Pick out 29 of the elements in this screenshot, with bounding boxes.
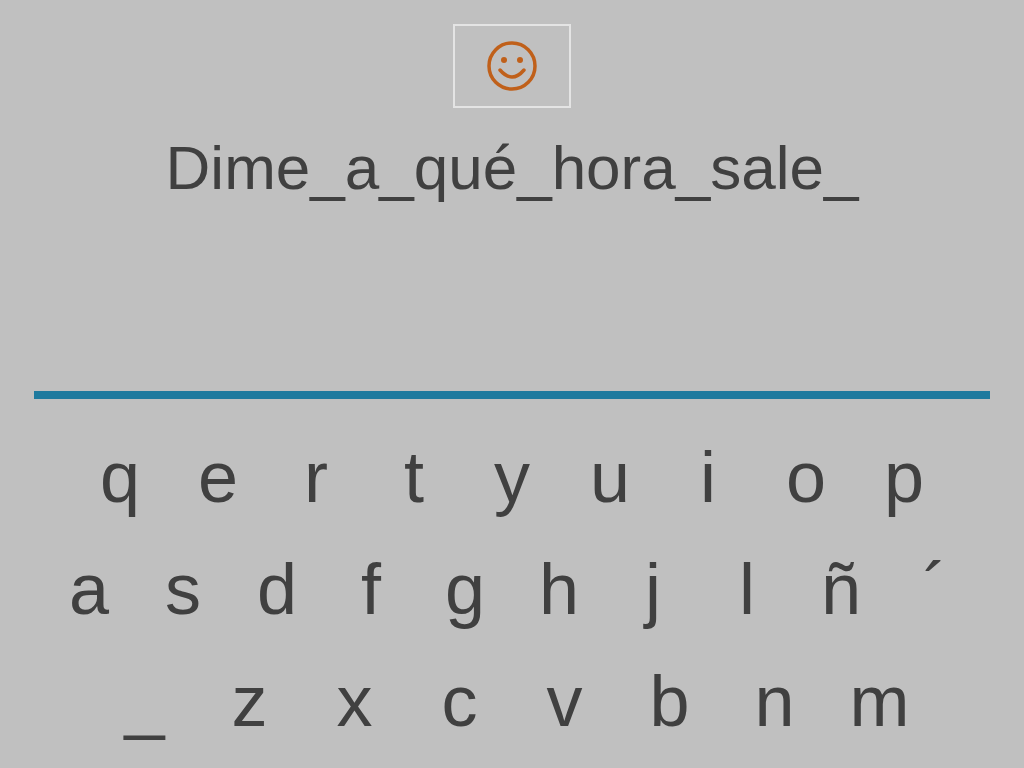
letter-key[interactable]: b <box>617 656 722 746</box>
letter-key[interactable]: l <box>700 544 794 634</box>
letter-key[interactable]: u <box>561 432 659 522</box>
sentence-text: Dime_a_qué_hora_sale_ <box>165 132 859 204</box>
letter-key[interactable]: p <box>855 432 953 522</box>
letter-key[interactable]: o <box>757 432 855 522</box>
letter-key[interactable]: f <box>324 544 418 634</box>
letter-key[interactable]: t <box>365 432 463 522</box>
letter-key[interactable]: q <box>71 432 169 522</box>
letter-key[interactable]: h <box>512 544 606 634</box>
letter-key[interactable]: ñ <box>794 544 888 634</box>
letter-key[interactable]: g <box>418 544 512 634</box>
letter-key[interactable]: i <box>659 432 757 522</box>
letter-key[interactable]: e <box>169 432 267 522</box>
smiley-icon <box>486 40 538 92</box>
letter-key[interactable]: z <box>197 656 302 746</box>
letter-key[interactable]: m <box>827 656 932 746</box>
letter-key[interactable]: _ <box>92 656 197 746</box>
letter-key[interactable]: ´ <box>888 544 982 634</box>
letter-key[interactable]: c <box>407 656 512 746</box>
letter-key[interactable]: s <box>136 544 230 634</box>
letter-key[interactable]: y <box>463 432 561 522</box>
letter-key[interactable]: d <box>230 544 324 634</box>
letter-key[interactable]: r <box>267 432 365 522</box>
letter-key[interactable]: a <box>42 544 136 634</box>
letter-key[interactable]: x <box>302 656 407 746</box>
letter-key[interactable]: v <box>512 656 617 746</box>
letter-key[interactable]: j <box>606 544 700 634</box>
letter-key[interactable]: n <box>722 656 827 746</box>
